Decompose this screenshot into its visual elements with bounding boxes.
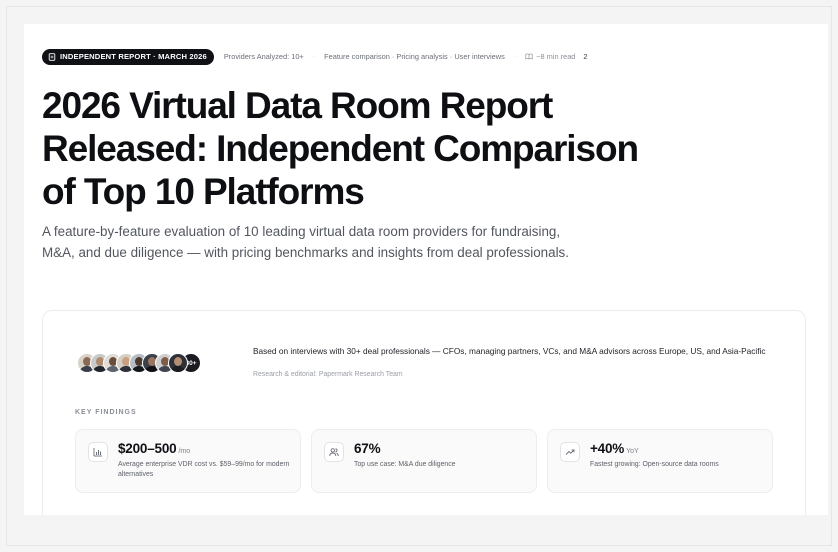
avatar [168,353,188,373]
bar-chart-icon [88,442,108,462]
finding-description: Top use case: M&A due diligence [354,461,456,468]
article-meta-bar: INDEPENDENT REPORT · MARCH 2026 Provider… [42,48,588,65]
separator-dot: · [513,53,517,60]
editorial-credit: Research & editorial: Papermark Research… [253,371,403,378]
finding-value: 67% [354,441,381,456]
finding-unit: YoY [626,448,639,455]
browser-frame: INDEPENDENT REPORT · MARCH 2026 Provider… [6,6,832,546]
key-findings-heading: KEY FINDINGS [75,409,137,416]
finding-unit: /mo [178,448,191,455]
separator-dot: · [312,53,316,60]
document-icon [48,52,56,61]
finding-description: Fastest growing: Open-source data rooms [590,461,719,468]
avatar-group: 30+ [77,353,201,373]
users-icon [324,442,344,462]
meta-count: 2 [583,52,588,61]
research-card: 30+ Based on interviews with 30+ deal pr… [42,310,806,515]
providers-analyzed: Providers Analyzed: 10+ [223,52,304,61]
finding-description: Average enterprise VDR cost vs. $59–99/m… [118,461,290,478]
finding-value: +40% YoY [590,441,639,456]
report-badge-label: INDEPENDENT REPORT · MARCH 2026 [60,52,207,61]
finding-card-growth: +40% YoY Fastest growing: Open-source dat… [547,429,773,493]
interview-description: Based on interviews with 30+ deal profes… [253,346,766,356]
report-badge: INDEPENDENT REPORT · MARCH 2026 [42,48,214,65]
article-page: INDEPENDENT REPORT · MARCH 2026 Provider… [24,24,828,515]
read-time: ~8 min read [525,52,575,61]
page-title: 2026 Virtual Data Room Report Released: … [42,85,639,212]
finding-value: $200–500/mo [118,441,191,456]
page-subtitle: A feature-by-feature evaluation of 10 le… [42,224,569,260]
trending-up-icon [560,442,580,462]
read-time-label: ~8 min read [536,52,576,61]
book-icon [525,53,533,60]
methods-text: Feature comparison · Pricing analysis · … [324,52,505,61]
finding-card-pricing: $200–500/mo Average enterprise VDR cost … [75,429,301,493]
finding-card-use-case: 67% Top use case: M&A due diligence [311,429,537,493]
